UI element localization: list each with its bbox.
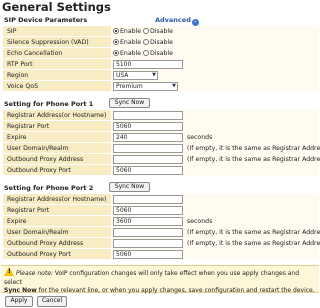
region-value: USA [116, 72, 129, 79]
p2-outbound-proxy-port-input[interactable]: 5060 [113, 250, 183, 259]
notice-sync-now: Sync Now [4, 287, 37, 294]
region-row: Region USA ▼ [3, 70, 319, 81]
p1-registrar-port-label: Registrar Port [7, 123, 50, 130]
vad-disable-radio[interactable]: Disable [143, 38, 173, 47]
radio-label: Disable [150, 50, 173, 57]
p1-user-domain-label: User Domain/Realm [7, 145, 69, 152]
apply-button[interactable]: Apply [5, 296, 33, 307]
voice-qos-row: Voice QoS Premium ▼ [3, 81, 319, 92]
p2-outbound-proxy-address-label: Outbound Proxy Address [7, 240, 84, 247]
port2-heading: Setting for Phone Port 2 [1, 183, 319, 193]
page-title: General Settings [2, 0, 111, 14]
arrow-right-icon[interactable]: › [191, 19, 199, 26]
vad-enable-radio[interactable]: Enable [113, 38, 141, 47]
voice-qos-value: Premium [116, 83, 143, 90]
port1-sync-now-button[interactable]: Sync Now [109, 98, 150, 108]
region-select[interactable]: USA ▼ [113, 71, 158, 80]
advanced-link[interactable]: Advanced › [155, 15, 199, 26]
echo-disable-radio[interactable]: Disable [143, 49, 173, 58]
sip-section-title: SIP Device Parameters [4, 16, 88, 24]
port2-title: Setting for Phone Port 2 [4, 184, 94, 192]
port1-heading: Setting for Phone Port 1 [1, 99, 319, 109]
p1-user-domain-row: User Domain/Realm (If empty, it is the s… [3, 143, 320, 154]
p1-outbound-proxy-port-input[interactable]: 5060 [113, 166, 183, 175]
p1-outbound-proxy-address-row: Outbound Proxy Address (If empty, it is … [3, 154, 320, 165]
p2-expire-label: Expire [7, 218, 27, 225]
p1-registrar-port-row: Registrar Port 5060 [3, 121, 319, 132]
radio-icon[interactable] [143, 39, 149, 45]
p1-user-domain-note: (If empty, it is the same as Registrar A… [187, 145, 320, 152]
p2-outbound-proxy-address-note: (If empty, it is the same as Registrar A… [187, 240, 320, 247]
p1-registrar-address-input[interactable] [113, 111, 183, 120]
p2-user-domain-input[interactable] [113, 228, 183, 237]
p2-expire-unit: seconds [187, 218, 213, 225]
p1-expire-row: Expire 240 seconds [3, 132, 319, 143]
echo-enable-radio[interactable]: Enable [113, 49, 141, 58]
p2-registrar-address-label: Registrar Address(or Hostname) [7, 196, 107, 203]
p1-outbound-proxy-address-note: (If empty, it is the same as Registrar A… [187, 156, 320, 163]
p2-user-domain-row: User Domain/Realm (If empty, it is the s… [3, 227, 320, 238]
radio-selected-icon[interactable] [113, 28, 119, 34]
sip-enable-radio[interactable]: Enable [113, 27, 141, 36]
radio-label: Disable [150, 39, 173, 46]
p2-outbound-proxy-address-input[interactable] [113, 239, 183, 248]
p1-registrar-address-row: Registrar Address(or Hostname) [3, 110, 319, 121]
notice-box: ! Please note: VoIP configuration changes… [1, 265, 319, 294]
p2-outbound-proxy-port-row: Outbound Proxy Port 5060 [3, 249, 319, 260]
p1-user-domain-input[interactable] [113, 144, 183, 153]
notice-text-2: for the relevant line, or when you apply… [36, 287, 315, 294]
p1-outbound-proxy-port-row: Outbound Proxy Port 5060 [3, 165, 319, 176]
p2-outbound-proxy-port-label: Outbound Proxy Port [7, 251, 71, 258]
vad-row: Silence Suppression (VAD) Enable Disable [3, 37, 319, 48]
p1-outbound-proxy-address-label: Outbound Proxy Address [7, 156, 84, 163]
cancel-button[interactable]: Cancel [37, 296, 67, 307]
p2-registrar-port-input[interactable]: 5060 [113, 206, 183, 215]
radio-label: Enable [120, 50, 142, 57]
radio-icon[interactable] [143, 28, 149, 34]
echo-label: Echo Cancellation [7, 50, 63, 57]
radio-selected-icon[interactable] [113, 39, 119, 45]
radio-label: Disable [150, 28, 173, 35]
region-label: Region [7, 72, 29, 79]
p1-expire-unit: seconds [187, 134, 213, 141]
p2-user-domain-label: User Domain/Realm [7, 229, 69, 236]
rtp-port-label: RTP Port [7, 61, 33, 68]
p2-outbound-proxy-address-row: Outbound Proxy Address (If empty, it is … [3, 238, 320, 249]
sip-label: SIP [7, 28, 17, 35]
p1-outbound-proxy-port-label: Outbound Proxy Port [7, 167, 71, 174]
chevron-down-icon[interactable]: ▼ [152, 72, 156, 79]
p2-expire-input[interactable]: 3600 [113, 217, 183, 226]
p2-registrar-port-row: Registrar Port 5060 [3, 205, 319, 216]
port2-sync-now-button[interactable]: Sync Now [109, 182, 150, 192]
port1-title: Setting for Phone Port 1 [4, 100, 94, 108]
advanced-link-label[interactable]: Advanced [155, 16, 191, 24]
p1-expire-label: Expire [7, 134, 27, 141]
sip-row: SIP Enable Disable [3, 26, 319, 37]
radio-icon[interactable] [143, 50, 149, 56]
notice-prefix: Please note: [16, 270, 53, 277]
radio-label: Enable [120, 39, 142, 46]
sip-disable-radio[interactable]: Disable [143, 27, 173, 36]
warning-icon: ! [4, 267, 14, 276]
radio-label: Enable [120, 28, 142, 35]
rtp-port-row: RTP Port 5100 [3, 59, 319, 70]
vad-label: Silence Suppression (VAD) [7, 39, 89, 46]
p1-registrar-port-input[interactable]: 5060 [113, 122, 183, 131]
p1-registrar-address-label: Registrar Address(or Hostname) [7, 112, 107, 119]
voice-qos-label: Voice QoS [7, 83, 39, 90]
voice-qos-select[interactable]: Premium ▼ [113, 82, 178, 91]
p1-outbound-proxy-address-input[interactable] [113, 155, 183, 164]
chevron-down-icon[interactable]: ▼ [172, 83, 176, 90]
echo-row: Echo Cancellation Enable Disable [3, 48, 319, 59]
p2-expire-row: Expire 3600 seconds [3, 216, 319, 227]
p2-registrar-address-input[interactable] [113, 195, 183, 204]
radio-selected-icon[interactable] [113, 50, 119, 56]
p2-user-domain-note: (If empty, it is the same as Registrar A… [187, 229, 320, 236]
rtp-port-input[interactable]: 5100 [113, 60, 183, 69]
p1-expire-input[interactable]: 240 [113, 133, 183, 142]
p2-registrar-address-row: Registrar Address(or Hostname) [3, 194, 319, 205]
p2-registrar-port-label: Registrar Port [7, 207, 50, 214]
